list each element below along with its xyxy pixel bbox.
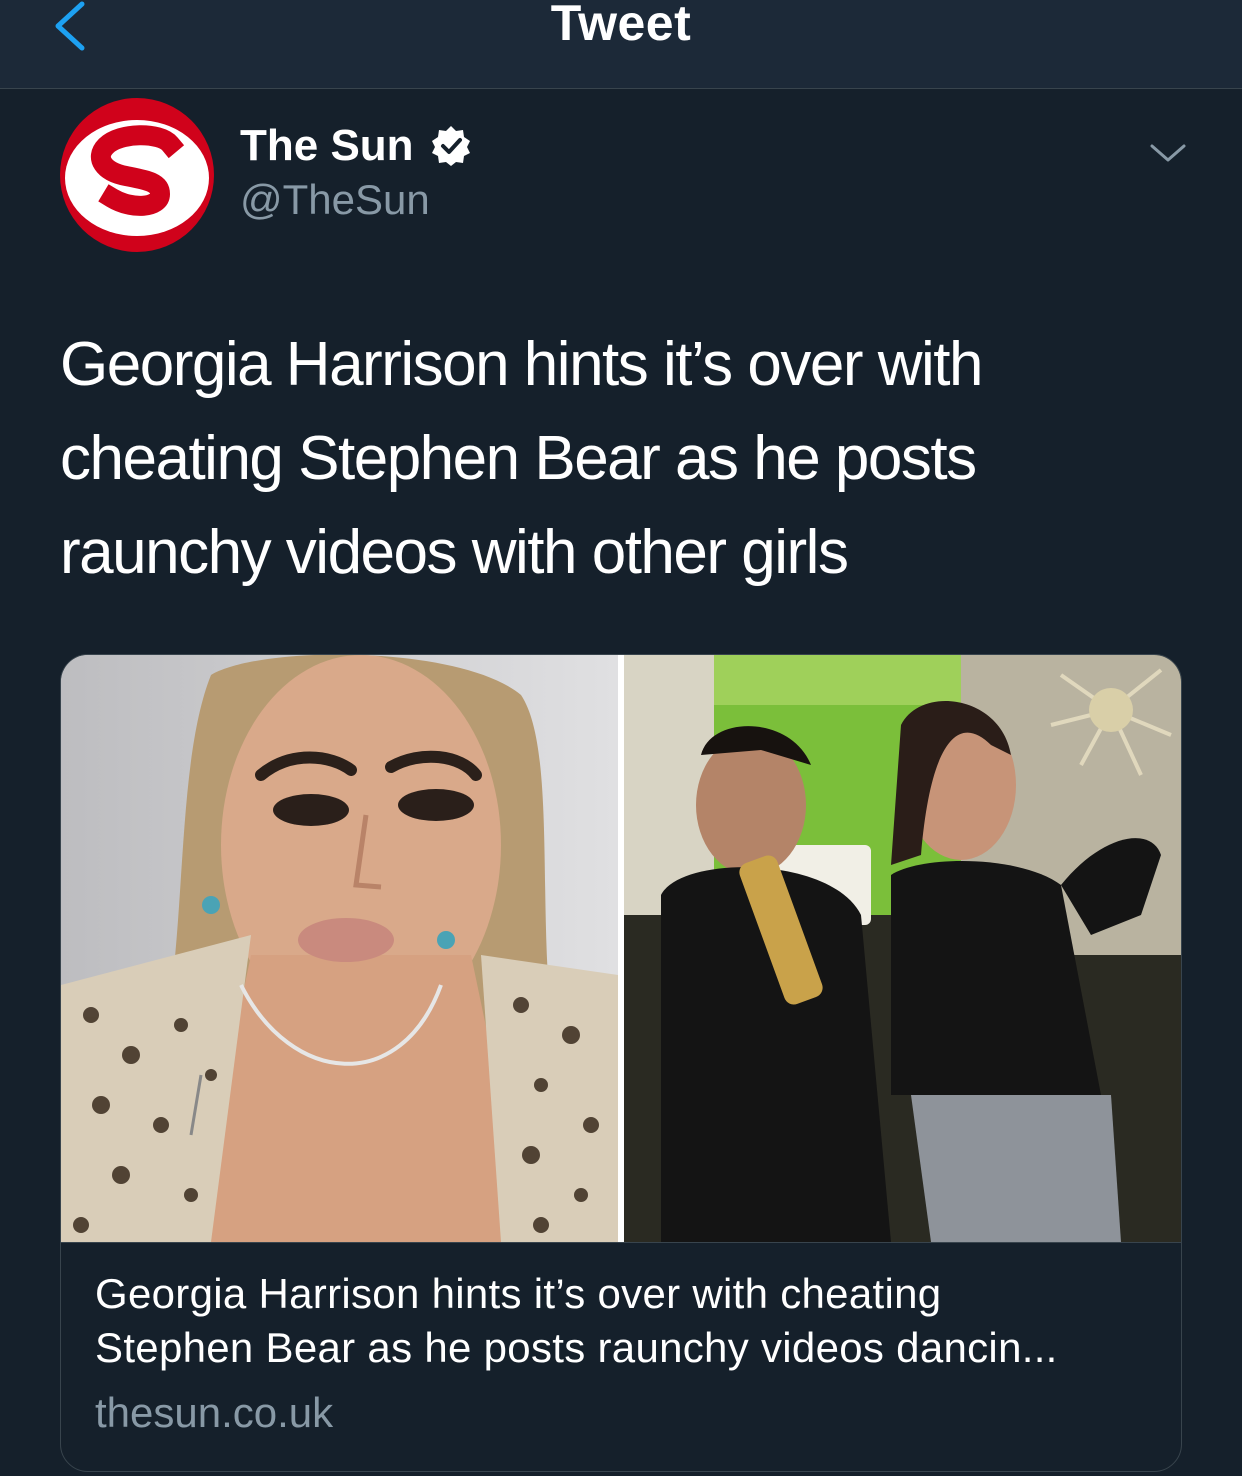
- card-image: [61, 655, 1181, 1243]
- tweet-text-line: raunchy videos with other girls: [60, 518, 849, 587]
- top-navigation-bar: Tweet: [0, 0, 1242, 89]
- tweet-text: Georgia Harrison hints it’s over with ch…: [60, 318, 1200, 600]
- card-title: Georgia Harrison hints it’s over with ch…: [95, 1267, 1155, 1375]
- card-image-left-photo: [61, 655, 618, 1242]
- page-title: Tweet: [550, 0, 692, 51]
- the-sun-logo: [60, 98, 214, 252]
- tweet-text-line: Georgia Harrison hints it’s over with: [60, 330, 983, 399]
- link-preview-card[interactable]: Georgia Harrison hints it’s over with ch…: [60, 654, 1182, 1472]
- author-name-row[interactable]: The Sun: [240, 118, 472, 174]
- chevron-down-icon: [1150, 144, 1186, 162]
- avatar[interactable]: [60, 98, 214, 252]
- card-domain: thesun.co.uk: [95, 1389, 334, 1436]
- author-handle[interactable]: @TheSun: [240, 174, 430, 226]
- verified-badge-icon: [431, 126, 470, 166]
- card-title-line: Stephen Bear as he posts raunchy videos …: [95, 1324, 1058, 1371]
- author-name: The Sun: [240, 121, 414, 170]
- more-options-button[interactable]: [1148, 138, 1188, 168]
- card-image-right-photo: [624, 655, 1181, 1242]
- tweet-text-line: cheating Stephen Bear as he posts: [60, 424, 977, 493]
- card-title-line: Georgia Harrison hints it’s over with ch…: [95, 1270, 942, 1317]
